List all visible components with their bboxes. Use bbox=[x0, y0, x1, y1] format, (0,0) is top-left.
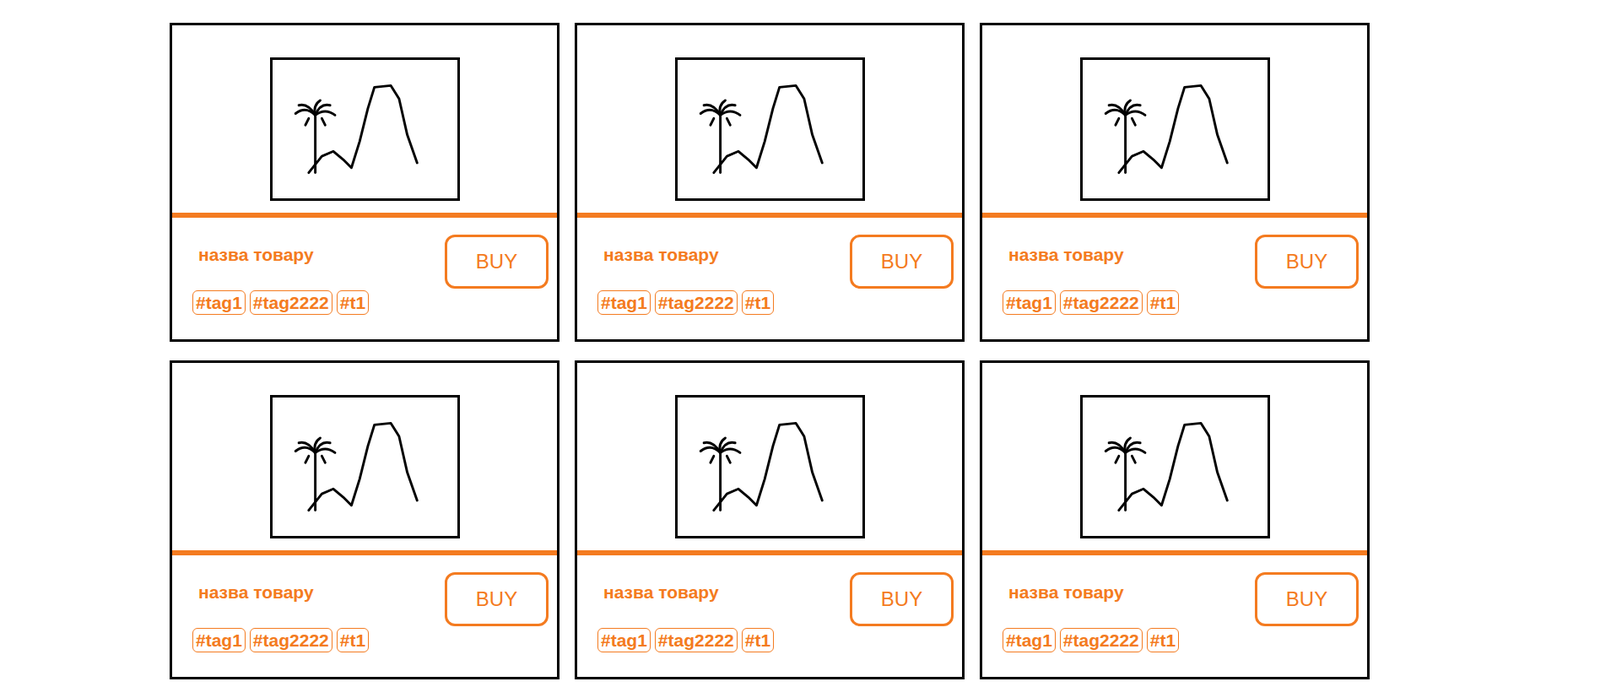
tag[interactable]: #t1 bbox=[336, 627, 369, 653]
tag[interactable]: #t1 bbox=[741, 627, 774, 653]
product-title: назва товару bbox=[603, 241, 719, 269]
tag[interactable]: #tag1 bbox=[192, 627, 246, 653]
tag[interactable]: #tag2222 bbox=[249, 290, 333, 315]
card-info: назва товаруBUY#tag1#tag2222#t1 bbox=[982, 555, 1368, 653]
buy-button[interactable]: BUY bbox=[849, 572, 954, 627]
tag[interactable]: #tag2222 bbox=[654, 290, 738, 315]
card-info: назва товаруBUY#tag1#tag2222#t1 bbox=[982, 217, 1368, 315]
image-area bbox=[172, 25, 557, 218]
product-image bbox=[1080, 394, 1271, 539]
product-image bbox=[675, 57, 865, 201]
landscape-icon bbox=[1082, 394, 1268, 539]
card-info: назва товаруBUY#tag1#tag2222#t1 bbox=[577, 217, 963, 315]
tag[interactable]: #t1 bbox=[1146, 290, 1179, 315]
tag[interactable]: #tag1 bbox=[192, 290, 246, 315]
product-card: назва товаруBUY#tag1#tag2222#t1 bbox=[169, 22, 560, 342]
tag[interactable]: #tag2222 bbox=[1059, 290, 1143, 315]
buy-button[interactable]: BUY bbox=[444, 572, 549, 627]
tag[interactable]: #tag2222 bbox=[654, 627, 738, 653]
product-card: назва товаруBUY#tag1#tag2222#t1 bbox=[169, 360, 560, 680]
tag[interactable]: #tag1 bbox=[597, 627, 651, 653]
product-image bbox=[270, 394, 460, 539]
tag-list: #tag1#tag2222#t1 bbox=[192, 627, 549, 653]
product-card: назва товаруBUY#tag1#tag2222#t1 bbox=[574, 360, 965, 680]
product-card: назва товаруBUY#tag1#tag2222#t1 bbox=[574, 22, 965, 342]
tag[interactable]: #tag2222 bbox=[1059, 627, 1143, 653]
landscape-icon bbox=[272, 394, 458, 539]
card-info: назва товаруBUY#tag1#tag2222#t1 bbox=[577, 555, 963, 653]
tag-list: #tag1#tag2222#t1 bbox=[597, 290, 954, 315]
page: назва товаруBUY#tag1#tag2222#t1назва тов… bbox=[0, 0, 1600, 687]
product-card: назва товаруBUY#tag1#tag2222#t1 bbox=[979, 22, 1370, 342]
tag[interactable]: #tag1 bbox=[1002, 290, 1056, 315]
product-image bbox=[675, 394, 865, 539]
buy-button[interactable]: BUY bbox=[1254, 234, 1359, 289]
image-area bbox=[577, 362, 963, 556]
product-card: назва товаруBUY#tag1#tag2222#t1 bbox=[979, 360, 1370, 680]
tag[interactable]: #tag1 bbox=[597, 290, 651, 315]
product-title: назва товару bbox=[198, 578, 314, 606]
tag[interactable]: #tag1 bbox=[1002, 627, 1056, 653]
tag[interactable]: #t1 bbox=[741, 290, 774, 315]
tag[interactable]: #t1 bbox=[1146, 627, 1179, 653]
card-info: назва товаруBUY#tag1#tag2222#t1 bbox=[172, 217, 557, 315]
buy-button[interactable]: BUY bbox=[444, 234, 549, 289]
image-area bbox=[577, 25, 963, 218]
tag-list: #tag1#tag2222#t1 bbox=[597, 627, 954, 653]
product-title: назва товару bbox=[198, 241, 314, 269]
landscape-icon bbox=[1082, 57, 1268, 201]
tag-list: #tag1#tag2222#t1 bbox=[1002, 627, 1359, 653]
image-area bbox=[172, 362, 557, 556]
product-image bbox=[270, 57, 460, 201]
tag-list: #tag1#tag2222#t1 bbox=[1002, 290, 1359, 315]
image-area bbox=[982, 362, 1368, 556]
product-title: назва товару bbox=[1008, 578, 1125, 606]
product-title: назва товару bbox=[603, 578, 719, 606]
landscape-icon bbox=[677, 394, 863, 539]
product-image bbox=[1080, 57, 1271, 201]
card-info: назва товаруBUY#tag1#tag2222#t1 bbox=[172, 555, 557, 653]
landscape-icon bbox=[272, 57, 458, 201]
image-area bbox=[982, 25, 1368, 218]
buy-button[interactable]: BUY bbox=[849, 234, 954, 289]
buy-button[interactable]: BUY bbox=[1254, 572, 1359, 627]
tag-list: #tag1#tag2222#t1 bbox=[192, 290, 549, 315]
tag[interactable]: #tag2222 bbox=[249, 627, 333, 653]
product-title: назва товару bbox=[1008, 241, 1125, 269]
tag[interactable]: #t1 bbox=[336, 290, 369, 315]
card-grid: назва товаруBUY#tag1#tag2222#t1назва тов… bbox=[169, 22, 1600, 680]
landscape-icon bbox=[677, 57, 863, 201]
